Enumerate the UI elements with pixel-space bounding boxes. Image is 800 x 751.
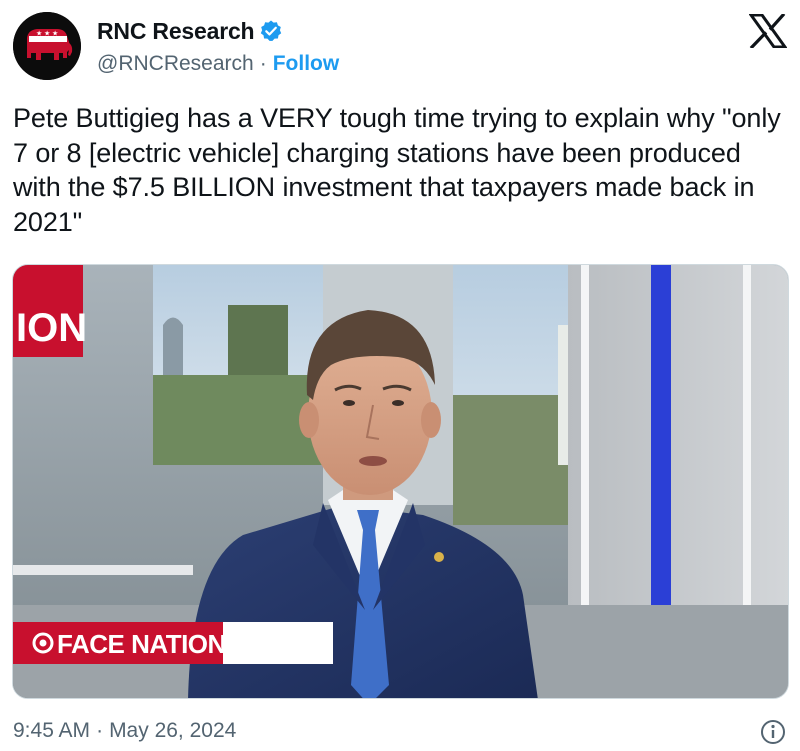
author-handle[interactable]: @RNCResearch: [97, 52, 254, 76]
avatar[interactable]: ★ ★ ★: [13, 12, 81, 80]
background-sign-text: ION: [16, 306, 87, 350]
author-display-name[interactable]: RNC Research: [97, 18, 255, 45]
svg-text:★: ★: [44, 30, 50, 38]
handle-separator: ·: [259, 52, 267, 75]
svg-text:★: ★: [36, 30, 42, 38]
tweet-date[interactable]: May 26, 2024: [109, 719, 236, 743]
x-logo-icon[interactable]: [749, 14, 787, 48]
tweet-text: Pete Buttigieg has a VERY tough time try…: [13, 103, 781, 237]
elephant-logo-icon: ★ ★ ★: [13, 12, 81, 80]
tweet-media-image[interactable]: ION FACE NATION: [12, 264, 789, 699]
tweet-time[interactable]: 9:45 AM: [13, 719, 90, 743]
author-handle-line: @RNCResearch · Follow: [97, 50, 339, 78]
footer-separator: ·: [96, 719, 104, 742]
svg-text:★: ★: [52, 30, 58, 38]
follow-button[interactable]: Follow: [273, 52, 340, 76]
verified-badge-icon: [261, 20, 282, 41]
tweet-header: ★ ★ ★ RNC Research @RNCResearch · Follow: [0, 0, 800, 95]
info-icon[interactable]: [760, 719, 786, 745]
tweet-footer: 9:45 AM · May 26, 2024: [13, 717, 236, 745]
author-name-line: RNC Research: [97, 16, 283, 46]
video-frame: ION FACE NATION: [13, 265, 788, 698]
lower-third-text: FACE NATION: [57, 629, 226, 659]
